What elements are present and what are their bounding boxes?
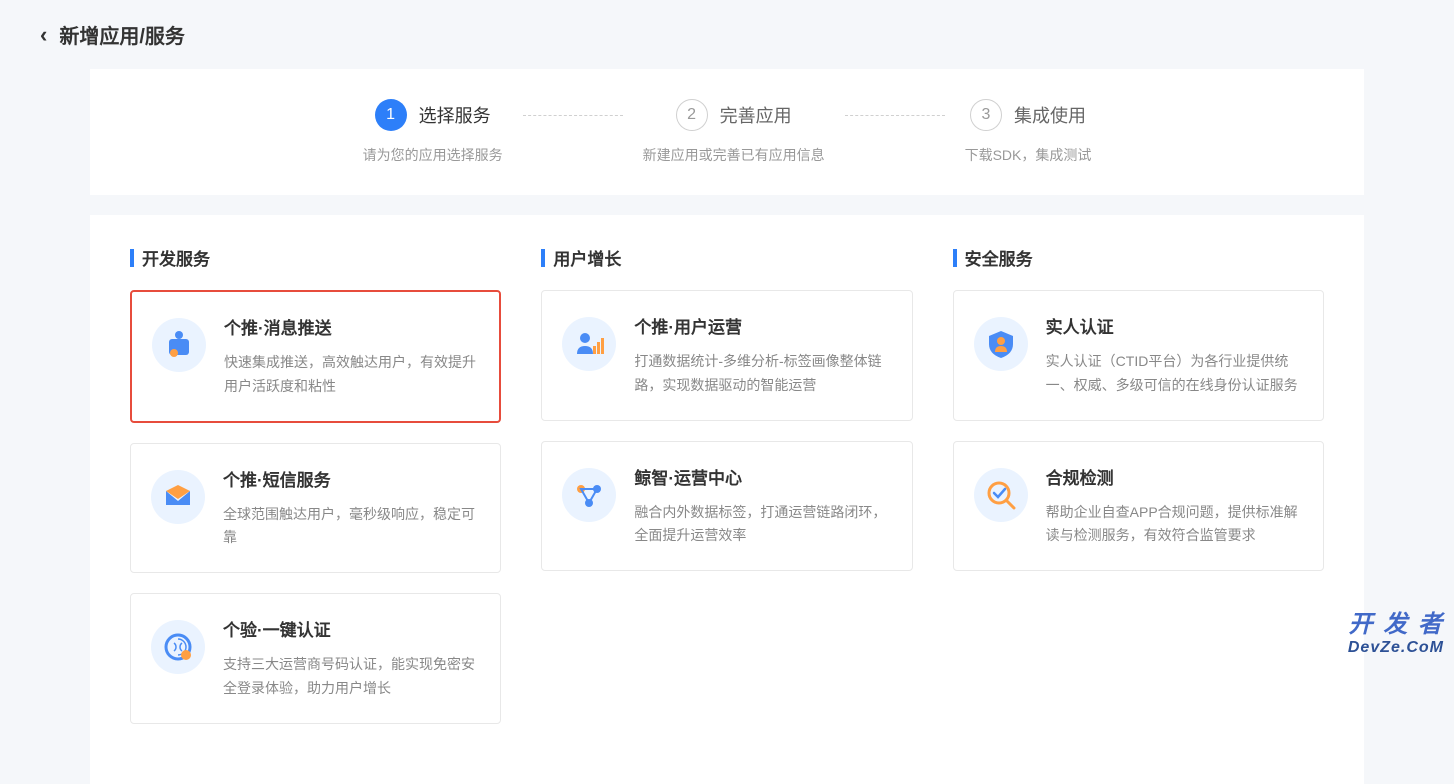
content-panel: 开发服务 个推·消息推送 快速集成推送，高效触达用户，有效提升用户活跃度和粘性	[90, 215, 1364, 784]
step-2-header: 2 完善应用	[676, 99, 792, 131]
step-3-circle: 3	[970, 99, 1002, 131]
step-1-title: 选择服务	[419, 102, 491, 128]
column-dev-services: 开发服务 个推·消息推送 快速集成推送，高效触达用户，有效提升用户活跃度和粘性	[130, 245, 501, 744]
user-ops-icon	[562, 317, 616, 371]
card-user-ops-content: 个推·用户运营 打通数据统计-多维分析-标签画像整体链路，实现数据驱动的智能运营	[634, 313, 891, 398]
steps-panel: 1 选择服务 请为您的应用选择服务 2 完善应用 新建应用或完善已有应用信息 3…	[90, 69, 1364, 195]
whale-icon	[562, 468, 616, 522]
column-security: 安全服务 实人认证 实人认证（CTID平台）为各行业提供统一、权威、多级可信的在…	[953, 245, 1324, 744]
card-identity-desc: 实人认证（CTID平台）为各行业提供统一、权威、多级可信的在线身份认证服务	[1046, 350, 1303, 398]
card-auth[interactable]: 个验·一键认证 支持三大运营商号码认证，能实现免密安全登录体验，助力用户增长	[130, 593, 501, 724]
page-title: 新增应用/服务	[59, 20, 185, 49]
step-2-title: 完善应用	[720, 102, 792, 128]
card-whale-title: 鲸智·运营中心	[634, 464, 891, 489]
auth-icon	[151, 620, 205, 674]
compliance-icon	[974, 468, 1028, 522]
card-whale-content: 鲸智·运营中心 融合内外数据标签，打通运营链路闭环，全面提升运营效率	[634, 464, 891, 549]
card-sms-content: 个推·短信服务 全球范围触达用户，毫秒级响应，稳定可靠	[223, 466, 480, 551]
card-auth-desc: 支持三大运营商号码认证，能实现免密安全登录体验，助力用户增长	[223, 653, 480, 701]
column-user-growth: 用户增长 个推·用户运营 打通数据统计-多维分析-标签画像整体链路，实现数据驱动…	[541, 245, 912, 744]
card-compliance-desc: 帮助企业自查APP合规问题，提供标准解读与检测服务，有效符合监管要求	[1046, 501, 1303, 549]
step-2: 2 完善应用 新建应用或完善已有应用信息	[643, 99, 825, 165]
card-sms-desc: 全球范围触达用户，毫秒级响应，稳定可靠	[223, 503, 480, 551]
card-identity-title: 实人认证	[1046, 313, 1303, 338]
card-identity[interactable]: 实人认证 实人认证（CTID平台）为各行业提供统一、权威、多级可信的在线身份认证…	[953, 290, 1324, 421]
card-user-ops[interactable]: 个推·用户运营 打通数据统计-多维分析-标签画像整体链路，实现数据驱动的智能运营	[541, 290, 912, 421]
watermark-bottom: DevZe.CoM	[1348, 639, 1444, 657]
steps-container: 1 选择服务 请为您的应用选择服务 2 完善应用 新建应用或完善已有应用信息 3…	[90, 99, 1364, 165]
card-push-desc: 快速集成推送，高效触达用户，有效提升用户活跃度和粘性	[224, 351, 479, 399]
card-whale-desc: 融合内外数据标签，打通运营链路闭环，全面提升运营效率	[634, 501, 891, 549]
card-auth-content: 个验·一键认证 支持三大运营商号码认证，能实现免密安全登录体验，助力用户增长	[223, 616, 480, 701]
card-push-content: 个推·消息推送 快速集成推送，高效触达用户，有效提升用户活跃度和粘性	[224, 314, 479, 399]
card-auth-title: 个验·一键认证	[223, 616, 480, 641]
card-identity-content: 实人认证 实人认证（CTID平台）为各行业提供统一、权威、多级可信的在线身份认证…	[1046, 313, 1303, 398]
card-push-title: 个推·消息推送	[224, 314, 479, 339]
card-sms-title: 个推·短信服务	[223, 466, 480, 491]
step-1: 1 选择服务 请为您的应用选择服务	[363, 99, 503, 165]
back-icon[interactable]: ‹	[40, 22, 47, 48]
page-header: ‹ 新增应用/服务	[0, 0, 1454, 69]
card-compliance-title: 合规检测	[1046, 464, 1303, 489]
step-2-desc: 新建应用或完善已有应用信息	[643, 145, 825, 165]
step-1-circle: 1	[375, 99, 407, 131]
step-1-header: 1 选择服务	[375, 99, 491, 131]
step-1-desc: 请为您的应用选择服务	[363, 145, 503, 165]
sms-icon	[151, 470, 205, 524]
card-user-ops-title: 个推·用户运营	[634, 313, 891, 338]
columns-container: 开发服务 个推·消息推送 快速集成推送，高效触达用户，有效提升用户活跃度和粘性	[130, 245, 1324, 744]
step-3-title: 集成使用	[1014, 102, 1086, 128]
card-sms[interactable]: 个推·短信服务 全球范围触达用户，毫秒级响应，稳定可靠	[130, 443, 501, 574]
card-whale[interactable]: 鲸智·运营中心 融合内外数据标签，打通运营链路闭环，全面提升运营效率	[541, 441, 912, 572]
step-connector-2	[845, 115, 945, 116]
step-2-circle: 2	[676, 99, 708, 131]
section-title-dev: 开发服务	[130, 245, 501, 270]
identity-icon	[974, 317, 1028, 371]
card-compliance[interactable]: 合规检测 帮助企业自查APP合规问题，提供标准解读与检测服务，有效符合监管要求	[953, 441, 1324, 572]
watermark: 开 发 者 DevZe.CoM	[1348, 604, 1444, 657]
step-3: 3 集成使用 下载SDK，集成测试	[965, 99, 1092, 165]
card-user-ops-desc: 打通数据统计-多维分析-标签画像整体链路，实现数据驱动的智能运营	[634, 350, 891, 398]
section-title-growth: 用户增长	[541, 245, 912, 270]
watermark-top: 开 发 者	[1348, 604, 1444, 639]
section-title-security: 安全服务	[953, 245, 1324, 270]
push-icon	[152, 318, 206, 372]
card-push[interactable]: 个推·消息推送 快速集成推送，高效触达用户，有效提升用户活跃度和粘性	[130, 290, 501, 423]
step-3-desc: 下载SDK，集成测试	[965, 145, 1092, 165]
step-connector-1	[523, 115, 623, 116]
step-3-header: 3 集成使用	[970, 99, 1086, 131]
card-compliance-content: 合规检测 帮助企业自查APP合规问题，提供标准解读与检测服务，有效符合监管要求	[1046, 464, 1303, 549]
